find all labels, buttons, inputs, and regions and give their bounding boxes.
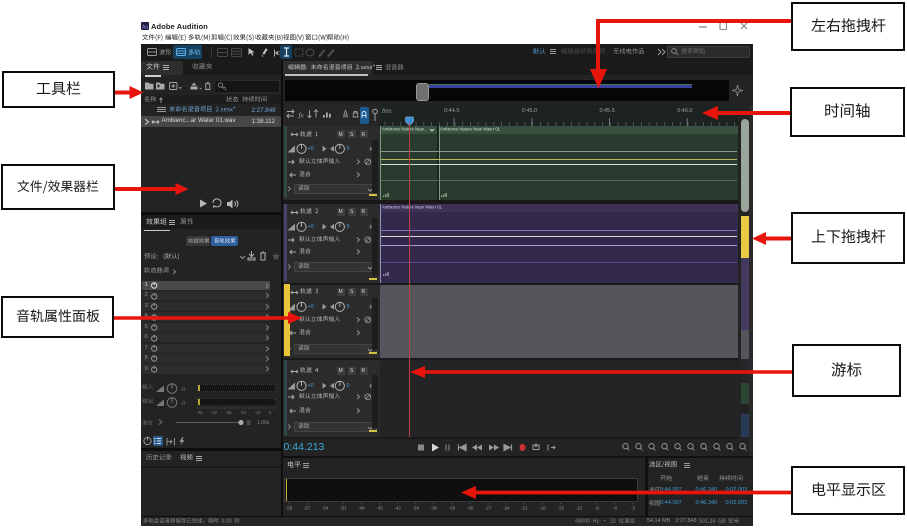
svg-text:-12: -12	[575, 505, 582, 510]
svg-text:-6: -6	[613, 505, 618, 510]
svg-text:-0: -0	[180, 401, 185, 407]
svg-text:-0: -0	[180, 387, 185, 393]
svg-text:-54: -54	[322, 505, 329, 510]
svg-text:Au: Au	[142, 24, 148, 29]
svg-text:fx: fx	[299, 112, 305, 120]
svg-text:-3: -3	[631, 505, 636, 510]
svg-text:-9: -9	[595, 505, 600, 510]
svg-text:-27: -27	[485, 505, 492, 510]
svg-text:-33: -33	[449, 505, 456, 510]
svg-text:-58: -58	[286, 505, 293, 510]
svg-text:-18: -18	[539, 505, 546, 510]
svg-text:-42: -42	[394, 505, 401, 510]
svg-text:-48: -48	[358, 505, 365, 510]
svg-text:-15: -15	[557, 505, 564, 510]
svg-text:-36: -36	[430, 505, 437, 510]
svg-text:-51: -51	[340, 505, 347, 510]
svg-text:-24: -24	[503, 505, 510, 510]
svg-text:-21: -21	[521, 505, 528, 510]
svg-text:-30: -30	[467, 505, 474, 510]
svg-text:-57: -57	[304, 505, 311, 510]
svg-text:-39: -39	[412, 505, 419, 510]
svg-text:-45: -45	[376, 505, 383, 510]
